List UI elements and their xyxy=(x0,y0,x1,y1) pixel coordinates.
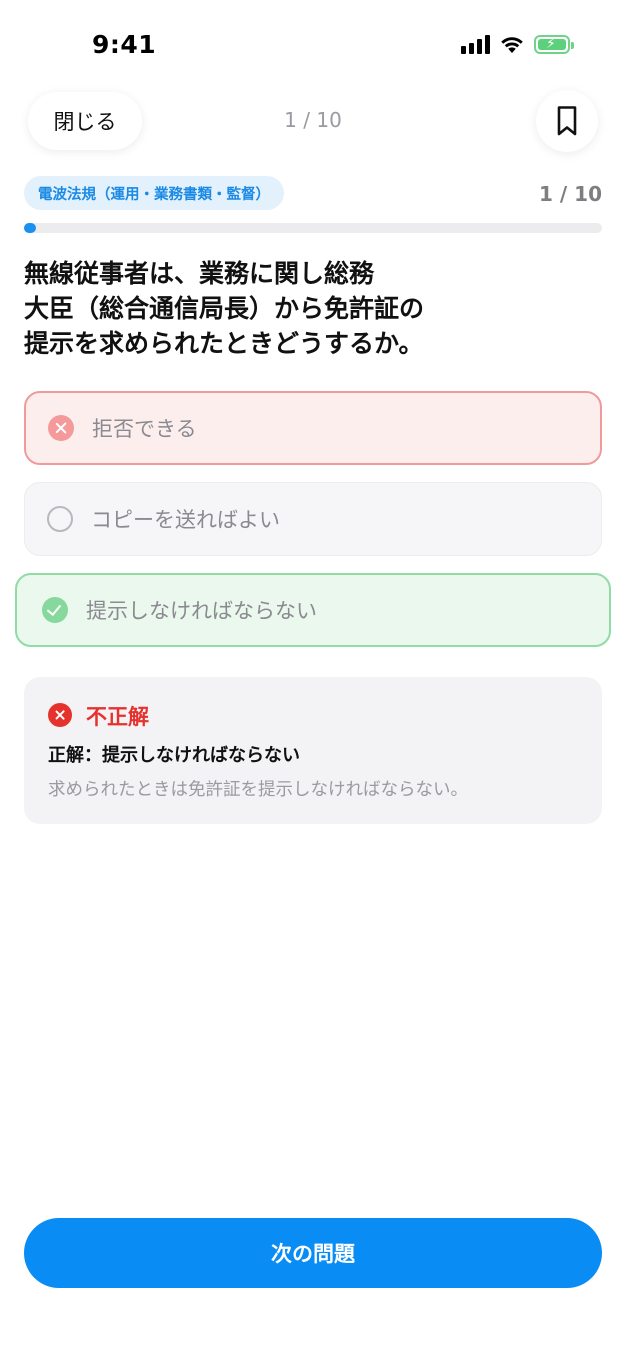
answer-option[interactable]: コピーを送ればよい xyxy=(24,482,602,556)
x-circle-icon xyxy=(48,703,72,727)
feedback-card: 不正解 正解：提示しなければならない 求められたときは免許証を提示しなければなら… xyxy=(24,677,602,824)
bookmark-icon xyxy=(557,106,577,136)
battery-charging-icon: ⚡ xyxy=(534,34,574,54)
check-circle-icon xyxy=(42,597,68,623)
correct-answer: 正解：提示しなければならない xyxy=(48,745,300,766)
next-question-button[interactable]: 次の問題 xyxy=(24,1218,602,1288)
status-icons: ⚡ xyxy=(461,34,574,54)
status-time: 9:41 xyxy=(92,30,157,59)
quiz-header: 閉じる 1 / 10 xyxy=(0,88,626,154)
answer-option-label: コピーを送ればよい xyxy=(91,508,280,532)
category-badge: 電波法規（運用・業務書類・監督） xyxy=(24,176,284,210)
answer-option-label: 提示しなければならない xyxy=(86,599,317,623)
question-line: 無線従事者は、業務に関し総務 xyxy=(24,259,375,288)
answer-option-correct[interactable]: 提示しなければならない xyxy=(15,573,611,647)
progress-fill xyxy=(24,223,36,233)
answer-option-label: 拒否できる xyxy=(92,417,197,441)
progress-bar xyxy=(24,223,602,233)
explanation-text: 求められたときは免許証を提示しなければならない。 xyxy=(48,780,468,800)
radio-empty-icon xyxy=(47,506,73,532)
signal-icon xyxy=(461,34,490,54)
status-bar: 9:41 ⚡ xyxy=(0,0,626,90)
header-question-counter: 1 / 10 xyxy=(284,108,342,132)
wifi-icon xyxy=(501,37,523,53)
x-circle-icon xyxy=(48,415,74,441)
question-counter: 1 / 10 xyxy=(539,182,602,206)
question-line: 提示を求められたときどうするか。 xyxy=(24,329,424,358)
feedback-title: 不正解 xyxy=(86,705,149,729)
question-text: 無線従事者は、業務に関し総務 大臣（総合通信局長）から免許証の 提示を求められた… xyxy=(24,256,464,361)
quiz-screen: 9:41 ⚡ 閉じる 1 / 10 電波法規（運用・業務書類・監督） 1 / 1… xyxy=(0,0,626,1360)
answer-option-wrong[interactable]: 拒否できる xyxy=(24,391,602,465)
bookmark-button[interactable] xyxy=(536,90,598,152)
question-line: 大臣（総合通信局長）から免許証の xyxy=(24,294,425,323)
